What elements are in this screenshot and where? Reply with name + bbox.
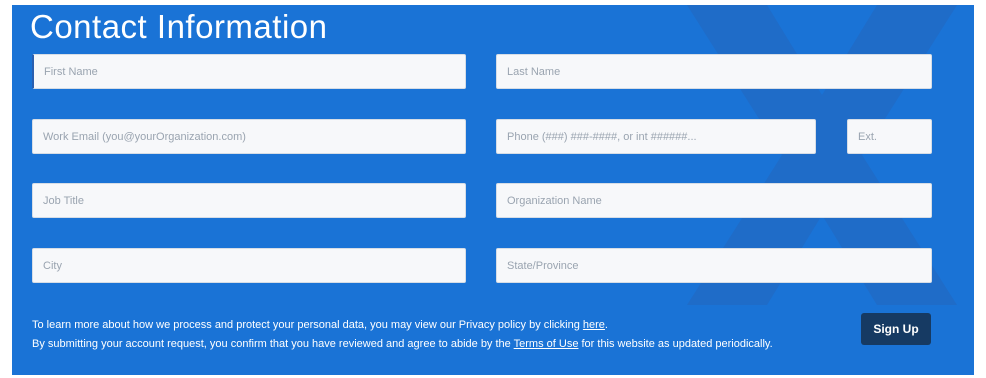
phone-input[interactable] bbox=[496, 119, 816, 154]
organization-name-input[interactable] bbox=[496, 183, 932, 218]
terms-of-use-link[interactable]: Terms of Use bbox=[514, 338, 579, 350]
contact-information-panel: Contact Information To learn more about … bbox=[12, 5, 974, 375]
legal-notice: To learn more about how we process and p… bbox=[32, 316, 822, 354]
city-input[interactable] bbox=[32, 248, 466, 283]
privacy-notice-text: To learn more about how we process and p… bbox=[32, 319, 583, 331]
privacy-policy-link[interactable]: here bbox=[583, 319, 605, 331]
form-title: Contact Information bbox=[30, 8, 328, 45]
first-name-input[interactable] bbox=[32, 54, 466, 89]
job-title-input[interactable] bbox=[32, 183, 466, 218]
privacy-notice-end: . bbox=[604, 319, 608, 331]
phone-extension-input[interactable] bbox=[847, 119, 932, 154]
terms-notice: By submitting your account request, you … bbox=[32, 335, 822, 354]
state-province-input[interactable] bbox=[496, 248, 932, 283]
sign-up-button[interactable]: Sign Up bbox=[861, 313, 931, 345]
work-email-input[interactable] bbox=[32, 119, 466, 154]
terms-notice-text: By submitting your account request, you … bbox=[32, 338, 514, 350]
privacy-notice: To learn more about how we process and p… bbox=[32, 316, 822, 335]
terms-notice-end: for this website as updated periodically… bbox=[578, 338, 773, 350]
last-name-input[interactable] bbox=[496, 54, 932, 89]
